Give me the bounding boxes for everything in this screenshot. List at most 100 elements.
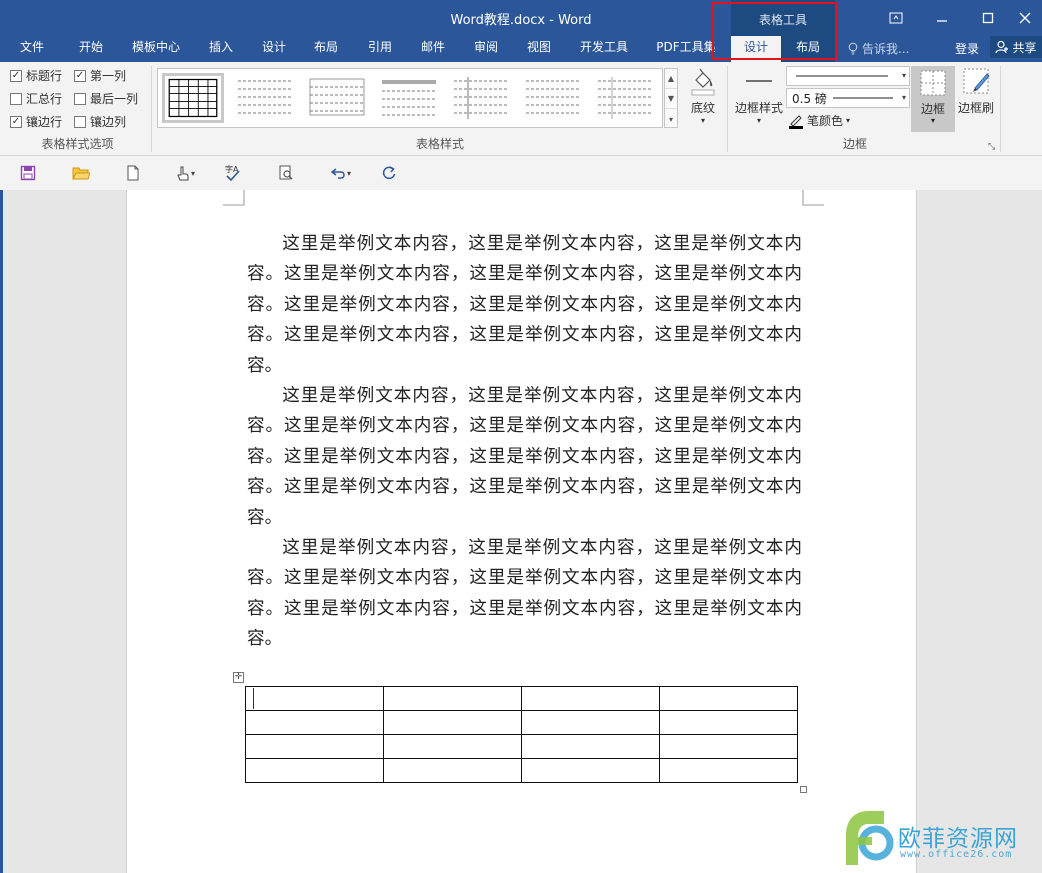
- border-styles-button[interactable]: 边框样式 ▾: [731, 66, 787, 125]
- table-cell[interactable]: [245, 710, 384, 735]
- table-cell[interactable]: [521, 710, 660, 735]
- shading-button[interactable]: 底纹 ▾: [684, 66, 722, 125]
- close-button[interactable]: [1008, 0, 1042, 36]
- open-button[interactable]: [72, 164, 90, 182]
- table-cell[interactable]: [659, 758, 798, 783]
- table-move-handle[interactable]: ✛: [233, 672, 244, 683]
- table-cell[interactable]: [659, 734, 798, 759]
- ribbon-display-icon: [889, 12, 903, 24]
- save-button[interactable]: [19, 164, 37, 182]
- table-style-plain-4[interactable]: [450, 73, 512, 123]
- minimize-button[interactable]: [919, 0, 965, 36]
- table-cell[interactable]: [521, 686, 660, 711]
- paragraph[interactable]: 这里是举例文本内容，这里是举例文本内容，这里是举例文本内容。这里是举例文本内容，…: [247, 229, 802, 381]
- undo-button[interactable]: ▾: [326, 164, 356, 182]
- table-cell[interactable]: [245, 734, 384, 759]
- ribbon-display-options-button[interactable]: [873, 0, 919, 36]
- checkbox-box: ✓: [10, 69, 22, 82]
- tell-me-search[interactable]: 告诉我...: [848, 40, 909, 57]
- table-tools-group: 表格工具: [731, 0, 835, 36]
- line-weight-dropdown[interactable]: 0.5 磅 ▾: [786, 88, 910, 108]
- checkbox-header-row[interactable]: ✓ 标题行: [10, 67, 62, 84]
- group-separator: [727, 66, 728, 152]
- table-style-plain-1[interactable]: [234, 73, 296, 123]
- lightbulb-icon: [848, 42, 858, 55]
- line-weight-icon: [832, 97, 893, 99]
- tab-mailings[interactable]: 邮件: [408, 36, 458, 62]
- tab-template-center[interactable]: 模板中心: [124, 36, 188, 62]
- spelling-check-button[interactable]: 字A: [224, 164, 242, 182]
- gallery-up-icon[interactable]: ▲: [665, 69, 677, 89]
- tab-review[interactable]: 审阅: [461, 36, 511, 62]
- margin-corner-mark: [802, 190, 824, 206]
- tab-references[interactable]: 引用: [355, 36, 405, 62]
- share-button[interactable]: 共享: [990, 36, 1042, 58]
- table-resize-handle[interactable]: [800, 786, 807, 793]
- tab-insert[interactable]: 插入: [196, 36, 246, 62]
- border-style-line-icon: [746, 80, 772, 82]
- window-left-edge: [0, 190, 3, 873]
- line-style-icon: [796, 75, 888, 77]
- touch-hand-icon: [177, 166, 189, 181]
- table-cell[interactable]: [383, 734, 522, 759]
- table-cell[interactable]: [245, 758, 384, 783]
- pen-color-button[interactable]: 笔颜色 ▾: [788, 112, 850, 129]
- checkbox-first-column[interactable]: ✓ 第一列: [74, 67, 126, 84]
- document-canvas: 这里是举例文本内容，这里是举例文本内容，这里是举例文本内容。这里是举例文本内容，…: [0, 190, 1042, 873]
- document-page[interactable]: 这里是举例文本内容，这里是举例文本内容，这里是举例文本内容。这里是举例文本内容，…: [126, 190, 917, 873]
- tab-file[interactable]: 文件: [8, 36, 56, 62]
- chevron-down-icon: ▾: [846, 116, 851, 125]
- table-cell[interactable]: [383, 710, 522, 735]
- table-cell[interactable]: [383, 686, 522, 711]
- tab-table-design[interactable]: 设计: [731, 36, 781, 62]
- tab-table-layout[interactable]: 布局: [783, 36, 833, 62]
- gallery-down-icon[interactable]: ▼: [665, 89, 677, 109]
- chevron-down-icon: ▾: [930, 116, 935, 125]
- tab-layout[interactable]: 布局: [301, 36, 351, 62]
- tab-view[interactable]: 视图: [514, 36, 564, 62]
- sign-in-link[interactable]: 登录: [955, 40, 979, 57]
- close-icon: [1019, 12, 1031, 24]
- document-table[interactable]: [245, 686, 798, 783]
- dialog-launcher-icon[interactable]: ⤡: [988, 142, 995, 152]
- print-preview-button[interactable]: [277, 164, 295, 182]
- line-weight-value: 0.5 磅: [792, 91, 827, 106]
- table-style-plain-2[interactable]: [306, 73, 368, 123]
- table-cell[interactable]: [659, 686, 798, 711]
- tab-pdf-tools[interactable]: PDF工具集: [648, 36, 724, 62]
- table-cell[interactable]: [383, 758, 522, 783]
- checkbox-banded-rows[interactable]: ✓ 镶边行: [10, 113, 62, 130]
- border-styles-label: 边框样式: [734, 101, 783, 115]
- gallery-scroll[interactable]: ▲ ▼ ▾: [664, 68, 678, 128]
- checkbox-label: 镶边列: [90, 115, 127, 129]
- maximize-button[interactable]: [965, 0, 1011, 36]
- spell-check-icon: 字A: [225, 164, 240, 182]
- save-icon: [20, 165, 36, 181]
- table-cell[interactable]: [521, 734, 660, 759]
- checkbox-total-row[interactable]: 汇总行: [10, 90, 62, 107]
- gallery-more-icon[interactable]: ▾: [665, 109, 677, 129]
- redo-button[interactable]: [380, 164, 398, 182]
- tab-developer[interactable]: 开发工具: [570, 36, 638, 62]
- line-style-dropdown[interactable]: ▾: [786, 66, 910, 86]
- table-style-plain-3[interactable]: [378, 73, 440, 123]
- checkbox-last-column[interactable]: 最后一列: [74, 90, 138, 107]
- table-style-grid[interactable]: [162, 73, 224, 123]
- checkbox-banded-columns[interactable]: 镶边列: [74, 113, 126, 130]
- table-cell[interactable]: [245, 686, 384, 711]
- tab-home[interactable]: 开始: [66, 36, 116, 62]
- borders-button[interactable]: 边框 ▾: [911, 66, 955, 132]
- border-painter-button[interactable]: 边框刷: [956, 66, 996, 116]
- table-style-plain-5[interactable]: [522, 73, 584, 123]
- paragraph[interactable]: 这里是举例文本内容，这里是举例文本内容，这里是举例文本内容。这里是举例文本内容，…: [247, 381, 802, 533]
- checkbox-label: 标题行: [26, 69, 63, 83]
- document-body[interactable]: 这里是举例文本内容，这里是举例文本内容，这里是举例文本内容。这里是举例文本内容，…: [247, 229, 802, 655]
- table-cell[interactable]: [659, 710, 798, 735]
- maximize-icon: [982, 12, 994, 24]
- tab-design[interactable]: 设计: [249, 36, 299, 62]
- table-cell[interactable]: [521, 758, 660, 783]
- table-style-plain-6[interactable]: [594, 73, 656, 123]
- touch-mode-button[interactable]: ▾: [170, 164, 200, 182]
- paragraph[interactable]: 这里是举例文本内容，这里是举例文本内容，这里是举例文本内容。这里是举例文本内容，…: [247, 533, 802, 655]
- new-document-button[interactable]: [124, 164, 142, 182]
